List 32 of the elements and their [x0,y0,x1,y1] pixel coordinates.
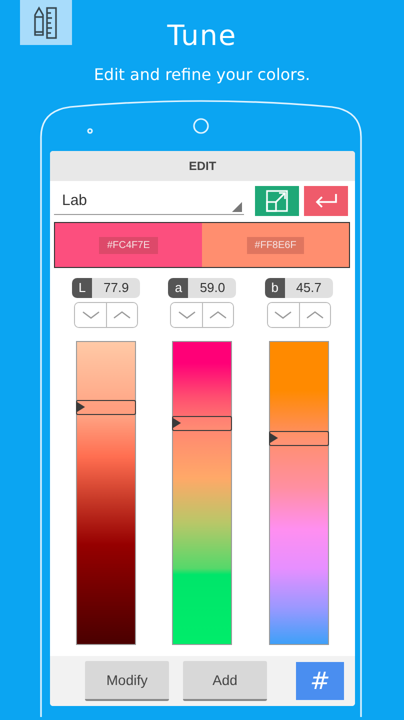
gradient-slider[interactable] [172,341,232,645]
expand-button[interactable] [255,186,299,216]
back-button[interactable] [304,186,348,216]
return-icon [314,192,338,208]
channel-value: 77.9 [92,278,140,298]
pointer-icon [77,402,86,412]
dropdown-arrow-icon [232,202,242,212]
channel-value: 59.0 [188,278,236,298]
page-title: Tune [166,18,238,54]
panel-title: EDIT [50,151,355,181]
slider-thumb[interactable] [268,430,329,446]
increment-button[interactable] [106,303,138,327]
slider-thumb[interactable] [172,416,232,431]
slider-thumb[interactable] [76,400,136,416]
action-button[interactable]: Modify [85,661,169,701]
channel-label: L [72,278,92,298]
gradient-slider[interactable] [268,341,329,645]
action-button[interactable]: Add [183,661,267,701]
hex-label: #FF8E6F [246,236,304,254]
pencil-ruler-icon [32,4,60,40]
color-space-dropdown[interactable]: Lab [54,186,244,214]
pointer-icon [173,418,182,428]
channel-label: b [264,278,285,298]
expand-icon [266,190,288,212]
channel-label: a [168,278,188,298]
gradient-slider[interactable] [76,341,136,645]
increment-button[interactable] [298,303,330,327]
hex-label: #FC4F7E [99,236,158,254]
increment-button[interactable] [202,303,234,327]
channel-value: 45.7 [284,278,333,298]
page-subtitle: Edit and refine your colors. [92,64,312,86]
pointer-icon [270,432,278,443]
